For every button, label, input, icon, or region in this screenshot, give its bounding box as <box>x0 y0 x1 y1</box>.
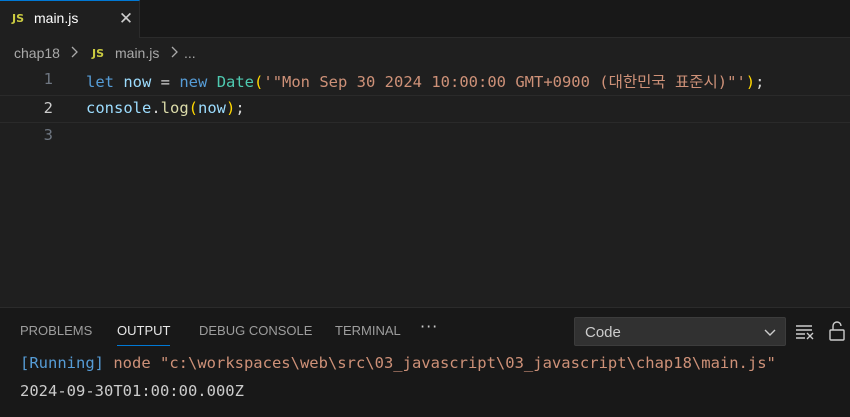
close-icon[interactable]: ✕ <box>116 8 136 30</box>
breadcrumb: chap18 JS main.js ... <box>0 39 850 67</box>
clear-output-icon[interactable] <box>794 320 816 342</box>
bottom-panel: PROBLEMS OUTPUT DEBUG CONSOLE TERMINAL ·… <box>0 307 850 417</box>
tab-label: main.js <box>34 10 79 26</box>
identifier-now: now <box>123 73 152 91</box>
output-line-running: [Running] node "c:\workspaces\web\src\03… <box>20 354 776 372</box>
tab-problems[interactable]: PROBLEMS <box>20 323 92 338</box>
code-line-1[interactable]: 1 let now = new Date('"Mon Sep 30 2024 1… <box>0 67 850 95</box>
more-icon[interactable]: ··· <box>420 317 438 336</box>
chevron-right-icon <box>70 45 80 62</box>
close-paren: ) <box>226 99 236 117</box>
chevron-right-icon <box>170 45 180 62</box>
code-text: let now = new Date('"Mon Sep 30 2024 10:… <box>86 70 764 92</box>
keyword-new: new <box>179 73 208 91</box>
javascript-file-icon: JS <box>12 12 25 25</box>
output-channel-value: Code <box>585 324 621 341</box>
line-number: 3 <box>43 126 53 144</box>
tab-main-js[interactable]: JS main.js ✕ <box>0 0 140 38</box>
javascript-file-icon: JS <box>92 47 105 60</box>
open-paren: ( <box>254 73 264 91</box>
breadcrumb-file[interactable]: main.js <box>115 45 159 61</box>
function-log: log <box>160 99 189 117</box>
breadcrumb-folder[interactable]: chap18 <box>14 45 60 61</box>
assign-operator: = <box>151 73 180 91</box>
line-number: 1 <box>43 70 53 88</box>
editor-tab-bar: JS main.js ✕ <box>0 0 850 38</box>
semicolon: ; <box>235 99 245 117</box>
close-paren: ) <box>745 73 756 91</box>
string-literal: '"Mon Sep 30 2024 10:00:00 GMT+0900 (대한민… <box>263 73 746 91</box>
tab-terminal[interactable]: TERMINAL <box>335 323 401 338</box>
output-channel-select[interactable]: Code <box>574 317 786 346</box>
identifier-console: console <box>86 99 152 117</box>
tab-output[interactable]: OUTPUT <box>117 323 171 346</box>
lock-scroll-icon[interactable] <box>826 320 848 342</box>
keyword-let: let <box>86 73 114 91</box>
identifier-now: now <box>198 99 227 117</box>
class-date: Date <box>216 73 255 91</box>
dot: . <box>151 99 161 117</box>
run-command: node "c:\workspaces\web\src\03_javascrip… <box>104 354 776 372</box>
code-line-3[interactable]: 3 <box>0 123 850 151</box>
running-tag: [Running] <box>20 354 104 372</box>
code-text: console.log(now); <box>86 99 245 117</box>
semicolon: ; <box>755 73 765 91</box>
output-line-result: 2024-09-30T01:00:00.000Z <box>20 382 244 400</box>
line-number: 2 <box>43 99 53 117</box>
code-editor[interactable]: 1 let now = new Date('"Mon Sep 30 2024 1… <box>0 67 850 307</box>
tab-debug-console[interactable]: DEBUG CONSOLE <box>199 323 312 338</box>
chevron-down-icon <box>764 329 776 336</box>
open-paren: ( <box>188 99 199 117</box>
breadcrumb-more[interactable]: ... <box>184 45 196 61</box>
code-line-2[interactable]: 2 console.log(now); <box>0 95 850 123</box>
